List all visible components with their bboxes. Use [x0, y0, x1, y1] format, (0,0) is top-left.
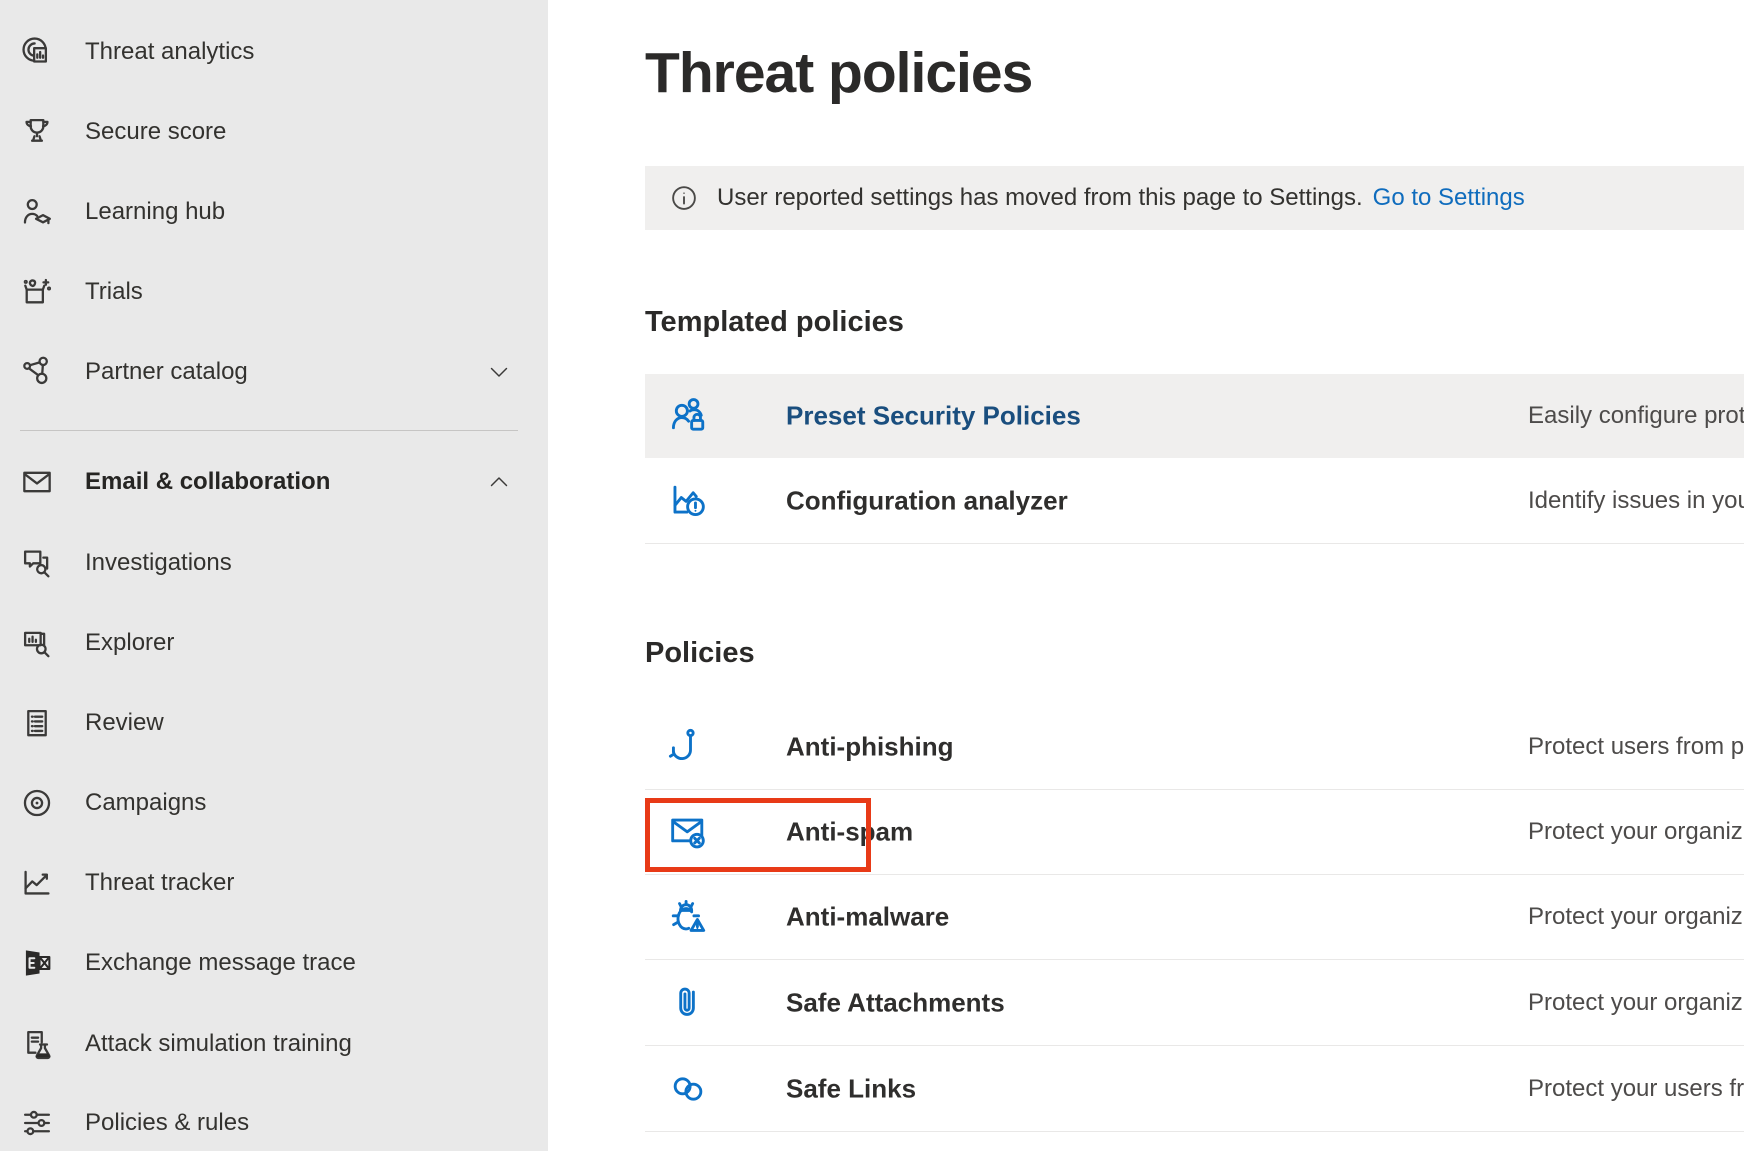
review-icon	[18, 704, 56, 742]
info-banner: User reported settings has moved from th…	[645, 166, 1744, 230]
templated-policies-heading: Templated policies	[645, 306, 904, 339]
main-content: Threat policies User reported settings h…	[548, 0, 1744, 1151]
go-to-settings-link[interactable]: Go to Settings	[1373, 184, 1525, 212]
sidebar-item-label: Campaigns	[85, 763, 206, 843]
sidebar-item-investigations[interactable]: Investigations	[0, 523, 548, 603]
row-title: Anti-spam	[786, 817, 913, 848]
row-anti-phishing[interactable]: Anti-phishing Protect users from p	[645, 705, 1744, 790]
row-preset-security-policies[interactable]: Preset Security Policies Easily configur…	[645, 374, 1744, 458]
anti-phishing-icon	[665, 724, 711, 770]
chevron-up-icon[interactable]	[486, 469, 512, 495]
safe-attachments-icon	[665, 980, 711, 1026]
sidebar-item-label: Partner catalog	[85, 332, 248, 412]
sidebar-divider	[20, 430, 518, 431]
sidebar-item-email-collaboration[interactable]: Email & collaboration	[0, 442, 548, 522]
sidebar-item-secure-score[interactable]: Secure score	[0, 92, 548, 172]
explorer-icon	[18, 624, 56, 662]
sidebar-item-threat-analytics[interactable]: Threat analytics	[0, 12, 548, 92]
anti-spam-icon	[665, 809, 711, 855]
sidebar-item-label: Exchange message trace	[85, 923, 356, 1003]
row-description: Protect your organiz	[1528, 903, 1743, 931]
configuration-analyzer-icon	[665, 478, 711, 524]
row-description: Protect users from p	[1528, 733, 1744, 761]
row-description: Protect your organiz	[1528, 818, 1743, 846]
policies-heading: Policies	[645, 637, 755, 670]
sidebar-item-threat-tracker[interactable]: Threat tracker	[0, 843, 548, 923]
threat-analytics-icon	[18, 33, 56, 71]
row-description: Protect your users fr	[1528, 1075, 1744, 1103]
row-title: Safe Attachments	[786, 987, 1005, 1018]
partner-catalog-icon	[18, 353, 56, 391]
sidebar-item-label: Explorer	[85, 603, 174, 683]
sidebar-item-label: Threat tracker	[85, 843, 234, 923]
row-anti-malware[interactable]: Anti-malware Protect your organiz	[645, 875, 1744, 960]
sidebar-item-label: Email & collaboration	[85, 442, 330, 522]
sidebar-item-label: Trials	[85, 252, 143, 332]
investigations-icon	[18, 544, 56, 582]
row-title: Anti-phishing	[786, 732, 954, 763]
sidebar-item-label: Learning hub	[85, 172, 225, 252]
sidebar-item-label: Attack simulation training	[85, 1004, 352, 1084]
sidebar-item-label: Review	[85, 683, 164, 763]
chevron-down-icon[interactable]	[486, 359, 512, 385]
page-title: Threat policies	[645, 40, 1032, 106]
row-title: Configuration analyzer	[786, 485, 1068, 516]
sidebar-item-label: Investigations	[85, 523, 232, 603]
sidebar-item-label: Secure score	[85, 92, 226, 172]
sidebar: Threat analytics Secure score Learning h…	[0, 0, 548, 1151]
sidebar-item-explorer[interactable]: Explorer	[0, 603, 548, 683]
row-description: Identify issues in you	[1528, 487, 1744, 515]
info-circle-icon	[669, 183, 699, 213]
sidebar-item-exchange-message-trace[interactable]: Exchange message trace	[0, 923, 548, 1003]
secure-score-icon	[18, 113, 56, 151]
row-configuration-analyzer[interactable]: Configuration analyzer Identify issues i…	[645, 458, 1744, 544]
microsoft-security-portal: Threat analytics Secure score Learning h…	[0, 0, 1744, 1151]
row-title: Preset Security Policies	[786, 401, 1081, 432]
learning-hub-icon	[18, 193, 56, 231]
sidebar-item-learning-hub[interactable]: Learning hub	[0, 172, 548, 252]
attack-simulation-training-icon	[18, 1025, 56, 1063]
policies-rules-icon	[18, 1104, 56, 1142]
sidebar-item-label: Threat analytics	[85, 12, 254, 92]
sidebar-item-review[interactable]: Review	[0, 683, 548, 763]
sidebar-item-partner-catalog[interactable]: Partner catalog	[0, 332, 548, 412]
sidebar-item-trials[interactable]: Trials	[0, 252, 548, 332]
row-safe-attachments[interactable]: Safe Attachments Protect your organiz	[645, 960, 1744, 1046]
row-description: Easily configure prot	[1528, 402, 1744, 430]
trials-icon	[18, 273, 56, 311]
sidebar-item-label: Policies & rules	[85, 1083, 249, 1151]
anti-malware-icon	[665, 894, 711, 940]
safe-links-icon	[665, 1066, 711, 1112]
banner-message: User reported settings has moved from th…	[717, 184, 1363, 212]
row-description: Protect your organiz	[1528, 989, 1743, 1017]
exchange-message-trace-icon	[18, 944, 56, 982]
sidebar-item-policies-rules[interactable]: Policies & rules	[0, 1083, 548, 1151]
sidebar-item-campaigns[interactable]: Campaigns	[0, 763, 548, 843]
sidebar-item-attack-simulation-training[interactable]: Attack simulation training	[0, 1004, 548, 1084]
campaigns-icon	[18, 784, 56, 822]
row-anti-spam[interactable]: Anti-spam Protect your organiz	[645, 790, 1744, 875]
preset-security-policies-icon	[665, 393, 711, 439]
row-safe-links[interactable]: Safe Links Protect your users fr	[645, 1046, 1744, 1132]
row-title: Anti-malware	[786, 902, 949, 933]
email-icon	[18, 463, 56, 501]
threat-tracker-icon	[18, 864, 56, 902]
row-title: Safe Links	[786, 1073, 916, 1104]
